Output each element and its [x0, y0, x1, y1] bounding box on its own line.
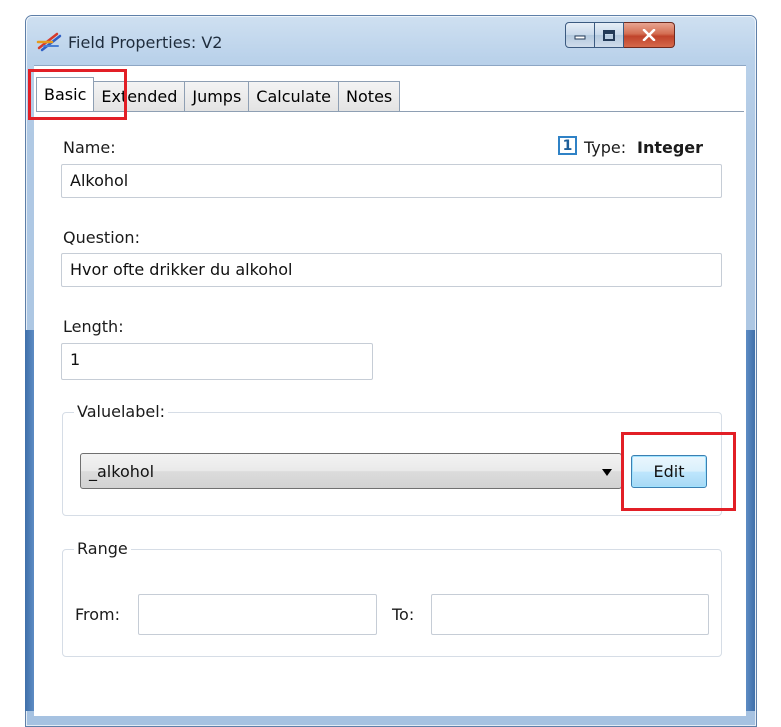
- length-field[interactable]: 1: [61, 343, 373, 380]
- maximize-button[interactable]: [595, 22, 624, 48]
- range-to-label: To:: [392, 605, 415, 624]
- question-field[interactable]: Hvor ofte drikker du alkohol: [61, 253, 722, 287]
- chevron-down-icon: [602, 469, 612, 476]
- name-label: Name:: [63, 138, 116, 157]
- close-icon: [642, 29, 656, 41]
- highlight-basic-tab: [28, 69, 127, 120]
- tab-calculate[interactable]: Calculate: [248, 81, 340, 111]
- maximize-icon: [603, 29, 615, 41]
- valuelabel-selected-value: _alkohol: [89, 462, 155, 481]
- valuelabel-select[interactable]: _alkohol: [80, 453, 622, 489]
- valuelabel-group-title: Valuelabel:: [74, 402, 169, 421]
- close-button[interactable]: [624, 22, 675, 48]
- type-label: Type:: [584, 138, 627, 157]
- name-field[interactable]: Alkohol: [61, 164, 722, 198]
- tab-notes[interactable]: Notes: [338, 81, 401, 111]
- type-integer-icon: 1: [558, 136, 577, 155]
- type-value: Integer: [637, 138, 704, 157]
- window-title: Field Properties: V2: [68, 33, 223, 52]
- length-label: Length:: [63, 317, 124, 336]
- minimize-icon: [574, 35, 586, 40]
- window-edge-right: [746, 330, 755, 711]
- range-from-label: From:: [75, 605, 121, 624]
- window-edge-left: [25, 330, 34, 711]
- field-properties-icon: [36, 32, 62, 52]
- range-group-title: Range: [74, 539, 131, 558]
- minimize-button[interactable]: [565, 22, 595, 48]
- question-label: Question:: [63, 228, 140, 247]
- tab-jumps[interactable]: Jumps: [184, 81, 250, 111]
- range-from-field[interactable]: [138, 594, 377, 635]
- range-to-field[interactable]: [431, 594, 709, 635]
- caption-buttons: [565, 22, 675, 49]
- highlight-edit-button: [621, 432, 736, 511]
